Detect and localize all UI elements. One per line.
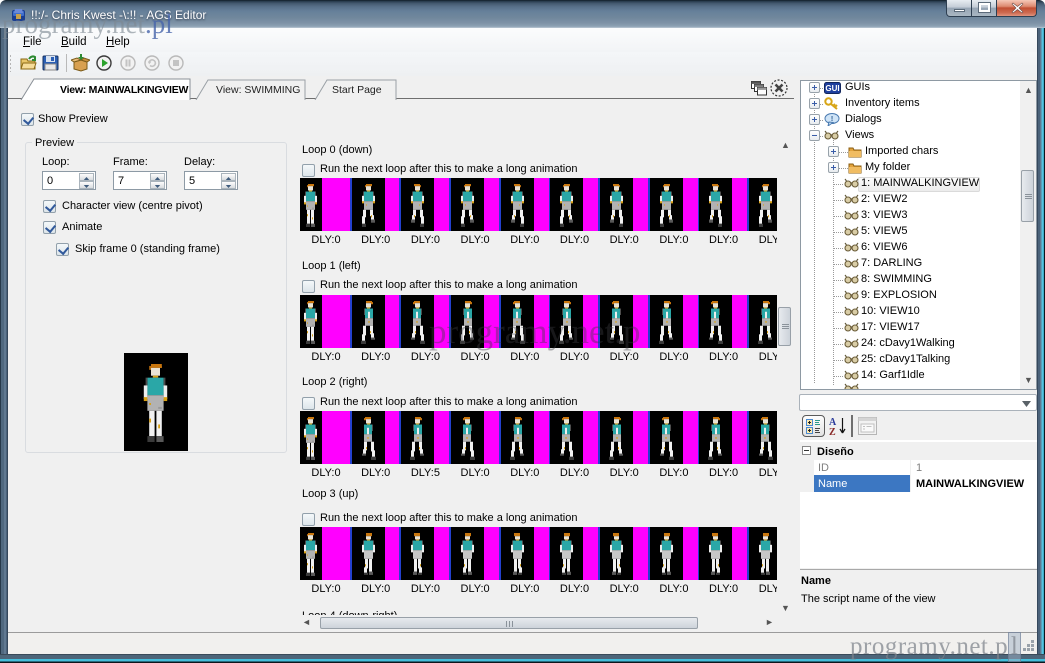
svg-text:Z: Z (829, 427, 836, 436)
